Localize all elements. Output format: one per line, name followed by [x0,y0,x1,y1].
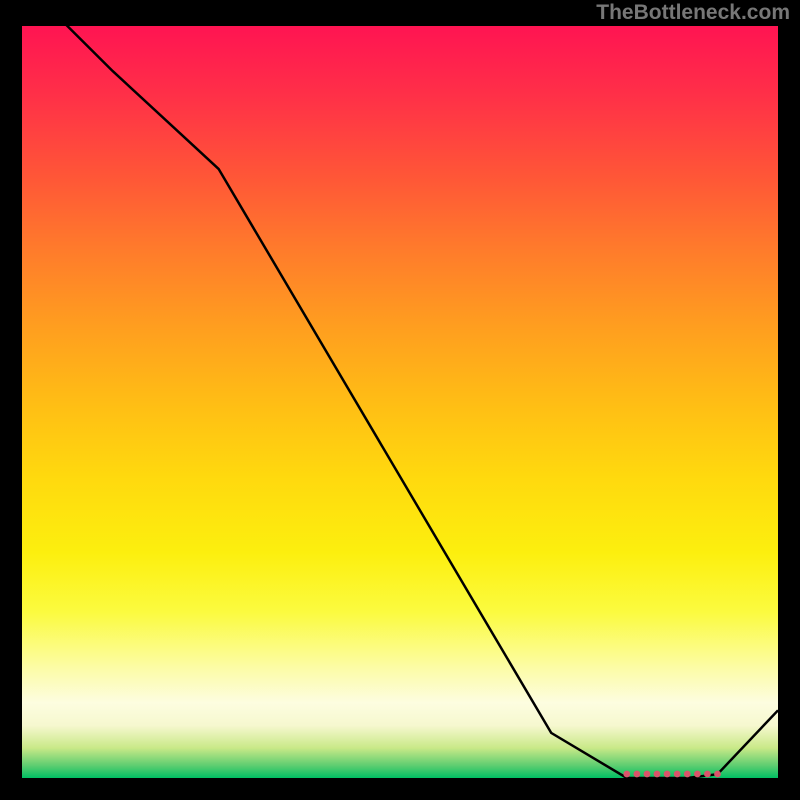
highlight-dot [674,771,681,778]
attribution-text: TheBottleneck.com [596,0,790,26]
highlight-dot [704,771,711,778]
highlight-dot [644,771,651,778]
highlight-dot [634,771,641,778]
main-curve [22,26,778,778]
plot-area [22,26,778,778]
highlight-dot [664,771,671,778]
highlight-dot [714,771,721,778]
plot-svg [22,26,778,778]
highlight-dot [623,771,630,778]
highlight-dots [623,771,721,778]
chart-container: TheBottleneck.com [0,0,800,800]
highlight-dot [684,771,691,778]
highlight-dot [694,771,701,778]
highlight-dot [654,771,661,778]
